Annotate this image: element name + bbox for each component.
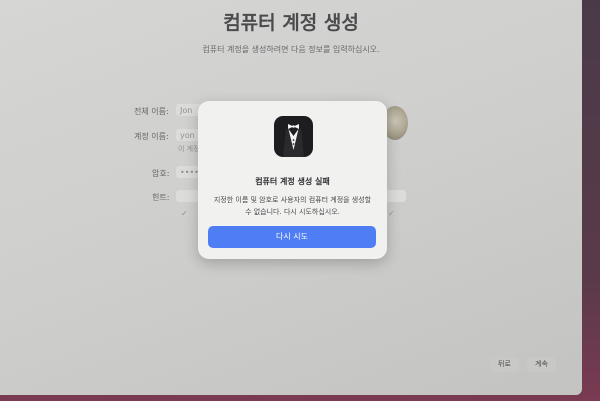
error-dialog: 컴퓨터 계정 생성 실패 지정한 이름 및 암호로 사용자의 컴퓨터 계정을 생… bbox=[198, 101, 387, 259]
display: 컴퓨터 계정 생성 컴퓨터 계정을 생성하려면 다음 정보를 입력하십시오. 전… bbox=[0, 0, 600, 401]
dialog-title: 컴퓨터 계정 생성 실패 bbox=[255, 177, 330, 186]
dialog-message: 지정한 이름 및 암호로 사용자의 컴퓨터 계정을 생성할 수 없습니다. 다시… bbox=[213, 196, 372, 216]
retry-button[interactable]: 다시 시도 bbox=[208, 226, 376, 248]
tuxedo-icon bbox=[274, 116, 313, 157]
setup-assistant-window: 컴퓨터 계정 생성 컴퓨터 계정을 생성하려면 다음 정보를 입력하십시오. 전… bbox=[0, 0, 582, 395]
